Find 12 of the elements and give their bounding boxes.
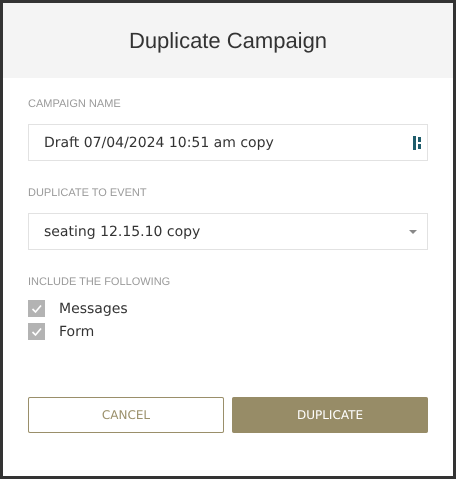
checkbox[interactable] <box>28 323 45 340</box>
field-label: CAMPAIGN NAME <box>28 98 122 110</box>
password-manager-icon[interactable] <box>413 136 423 150</box>
event-dropdown[interactable]: seating 12.15.10 copy <box>28 213 428 250</box>
campaign-name-field[interactable]: Draft 07/04/2024 10:51 am copy <box>28 124 428 161</box>
field-label: DUPLICATE TO EVENT <box>28 187 148 199</box>
checkbox[interactable] <box>28 300 45 317</box>
section-label: INCLUDE THE FOLLOWING <box>28 276 172 288</box>
checkbox-label: Form <box>59 324 94 340</box>
caret-icon <box>409 230 417 234</box>
checkbox-label: Messages <box>59 300 128 316</box>
dialog-title: Duplicate Campaign <box>128 28 328 54</box>
